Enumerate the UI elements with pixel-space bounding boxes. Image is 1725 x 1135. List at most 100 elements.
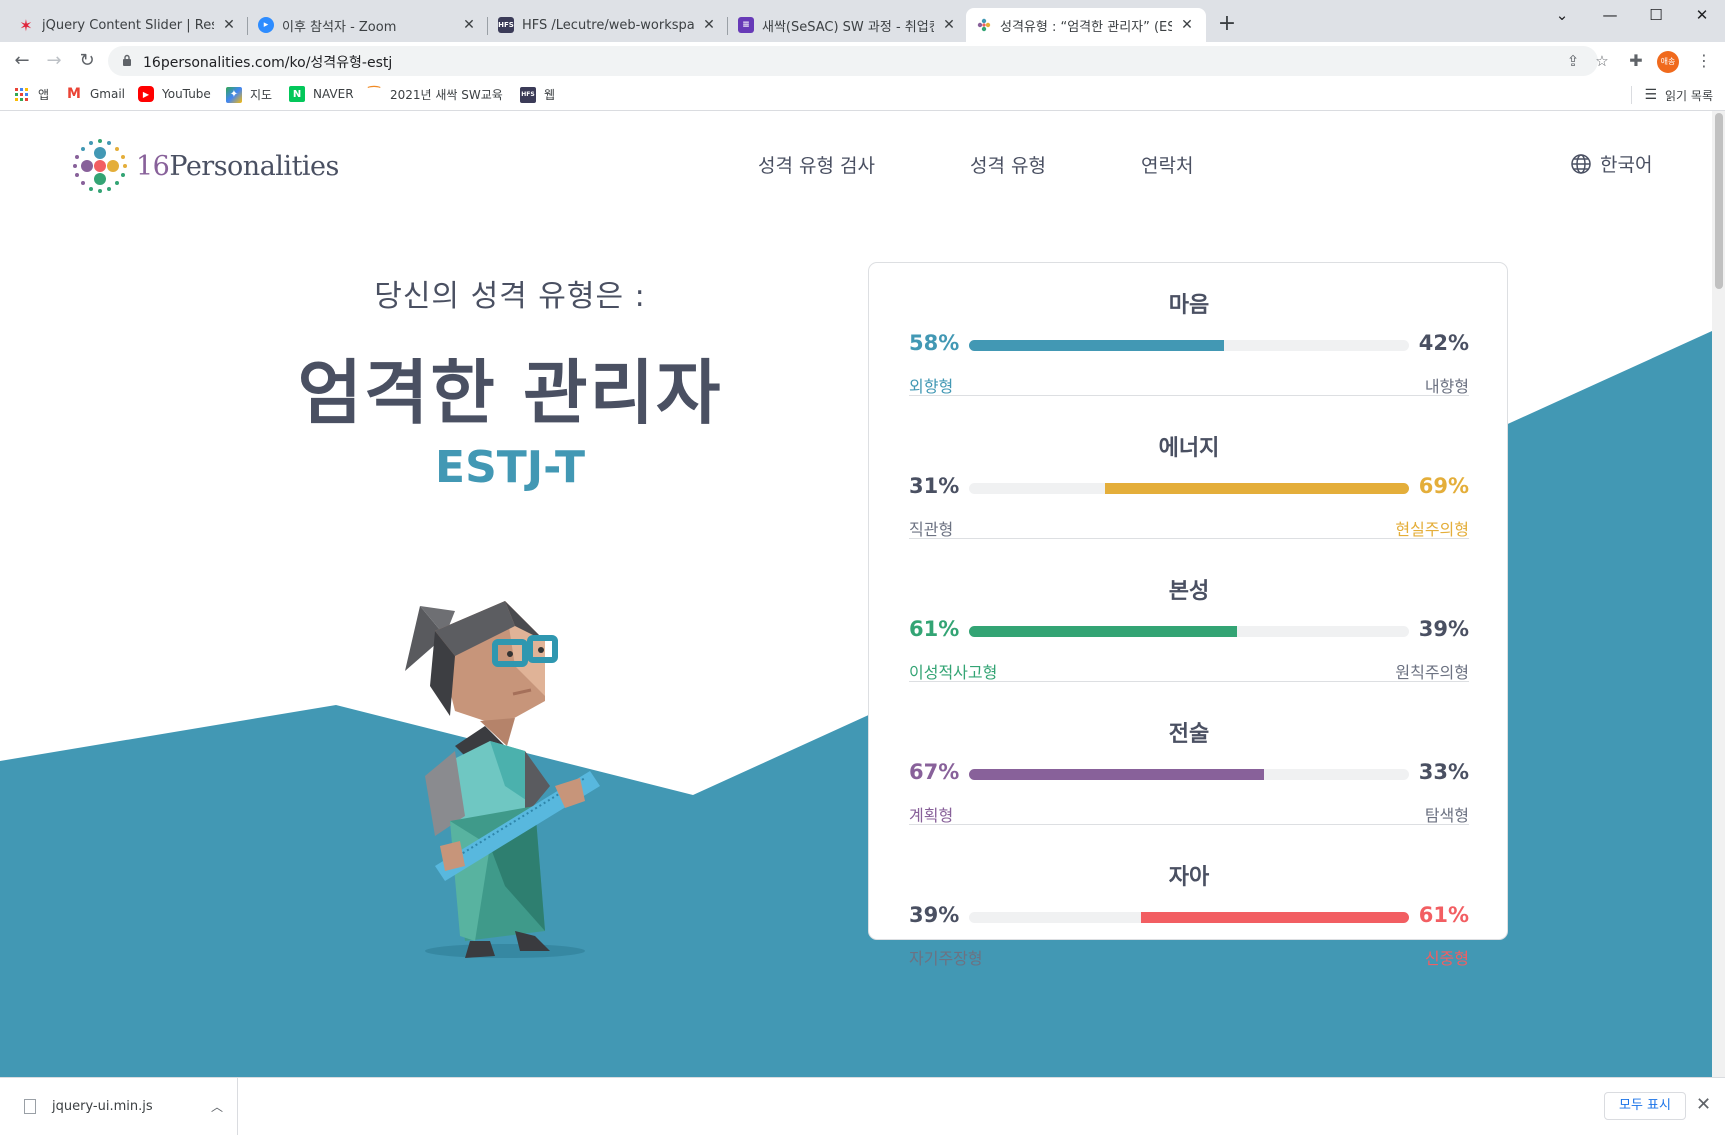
browser-tab[interactable]: ▸ 이후 참석자 - Zoom ✕ xyxy=(248,8,488,42)
close-download-bar-icon[interactable]: ✕ xyxy=(1696,1094,1711,1115)
menu-kebab-icon[interactable]: ⋮ xyxy=(1690,47,1718,75)
naver-icon: N xyxy=(289,86,305,102)
forward-button[interactable]: → xyxy=(40,47,68,75)
trait-left-label: 이성적사고형 xyxy=(909,663,998,682)
bookmark-star-icon[interactable]: ☆ xyxy=(1592,52,1612,70)
bookmark-label: 2021년 새싹 SW교육 xyxy=(390,88,503,102)
close-window-button[interactable]: ✕ xyxy=(1679,0,1725,30)
download-shelf: jquery-ui.min.js ︿ 모두 표시 ✕ xyxy=(0,1077,1725,1135)
tab-title: 이후 참석자 - Zoom xyxy=(282,19,397,35)
maximize-button[interactable]: ☐ xyxy=(1633,0,1679,30)
trait-name: 본성 xyxy=(1168,579,1210,604)
trait-right-label: 탐색형 xyxy=(1424,806,1469,825)
bookmark-label: Gmail xyxy=(90,87,126,101)
close-tab-icon[interactable]: ✕ xyxy=(220,17,238,33)
language-selector[interactable]: 한국어 xyxy=(1570,150,1652,177)
browser-tab[interactable]: ✶ jQuery Content Slider | Respons ✕ xyxy=(8,8,248,42)
bookmark-naver[interactable]: N NAVER xyxy=(289,86,354,102)
browser-toolbar: ← → ↻ 16personalities.com/ko/성격유형-estj ⇪… xyxy=(0,42,1725,80)
trait-row: 본성 61% 39% 이성적사고형 원칙주의형 xyxy=(909,539,1469,682)
trait-right-percent: 42% xyxy=(1418,331,1469,355)
trait-row: 전술 67% 33% 계획형 탐색형 xyxy=(909,682,1469,825)
close-tab-icon[interactable]: ✕ xyxy=(1178,17,1196,33)
youtube-icon: ▶ xyxy=(138,86,154,102)
star-favicon-icon: ✶ xyxy=(19,15,33,35)
result-intro: 당신의 성격 유형은 : xyxy=(374,279,646,314)
apps-grid-icon xyxy=(14,87,30,103)
personality-type-code: ESTJ-T xyxy=(435,442,585,493)
download-filename: jquery-ui.min.js xyxy=(52,1099,153,1114)
lock-icon xyxy=(123,54,131,66)
nav-personality-test[interactable]: 성격 유형 검사 xyxy=(758,151,875,178)
logo-wordmark: 16Personalities xyxy=(136,150,339,182)
bookmark-gmail[interactable]: M Gmail xyxy=(66,86,125,102)
logo-dots-icon xyxy=(73,139,127,193)
tab-title: jQuery Content Slider | Respons xyxy=(42,17,214,33)
trait-bar-fill xyxy=(969,769,1264,780)
back-button[interactable]: ← xyxy=(8,47,36,75)
trait-right-percent: 61% xyxy=(1418,903,1469,927)
page-scrollbar[interactable] xyxy=(1712,111,1725,1077)
url-text[interactable]: 16personalities.com/ko/성격유형-estj xyxy=(143,52,392,72)
16p-favicon-icon xyxy=(976,17,992,33)
file-icon xyxy=(24,1099,36,1114)
download-item[interactable]: jquery-ui.min.js ︿ xyxy=(14,1078,238,1135)
trait-left-label: 계획형 xyxy=(909,806,954,825)
trait-bar xyxy=(969,626,1409,637)
bookmark-apps[interactable]: 앱 xyxy=(14,86,49,103)
minimize-button[interactable]: — xyxy=(1587,0,1633,30)
bookmark-label: 앱 xyxy=(38,88,50,102)
trait-bar-fill xyxy=(969,626,1237,637)
trait-row: 자아 39% 61% 자기주장형 신중형 xyxy=(909,825,1469,968)
new-tab-button[interactable]: + xyxy=(1213,11,1241,39)
bookmark-sesac[interactable]: ⁀ 2021년 새싹 SW교육 xyxy=(366,86,503,103)
forms-favicon-icon: ≡ xyxy=(738,17,754,33)
hfs-icon: HFS xyxy=(520,86,536,103)
reading-list-label: 읽기 목록 xyxy=(1665,88,1713,103)
bookmark-label: YouTube xyxy=(162,87,211,101)
profile-avatar[interactable]: 애송 xyxy=(1657,51,1679,73)
reading-list-button[interactable]: ☰ 읽기 목록 xyxy=(1631,86,1713,104)
hfs-favicon-icon: HFS xyxy=(498,17,514,33)
site-logo[interactable]: 16Personalities xyxy=(72,138,339,194)
zoom-favicon-icon: ▸ xyxy=(258,17,274,33)
browser-tab[interactable]: HFS HFS /Lecutre/web-workspace/Le ✕ xyxy=(488,8,728,42)
browser-tab[interactable]: ≡ 새싹(SeSAC) SW 과정 - 취업컨설 ✕ xyxy=(728,8,968,42)
close-tab-icon[interactable]: ✕ xyxy=(460,17,478,33)
trait-right-label: 내향형 xyxy=(1424,377,1469,396)
close-tab-icon[interactable]: ✕ xyxy=(940,17,958,33)
bookmark-maps[interactable]: ✦ 지도 xyxy=(226,86,272,103)
trait-left-label: 외향형 xyxy=(909,377,954,396)
trait-bar xyxy=(969,912,1409,923)
trait-bar xyxy=(969,340,1409,351)
trait-row: 에너지 31% 69% 직관형 현실주의형 xyxy=(909,396,1469,539)
estj-character-illustration xyxy=(405,601,600,958)
nav-personality-types[interactable]: 성격 유형 xyxy=(970,151,1046,178)
address-bar[interactable]: 16personalities.com/ko/성격유형-estj ⇪ ☆ xyxy=(108,46,1609,76)
scrollbar-thumb[interactable] xyxy=(1715,113,1723,289)
bookmark-web[interactable]: HFS 웹 xyxy=(520,86,555,103)
trait-left-percent: 39% xyxy=(909,903,960,927)
tab-search-chevron-icon[interactable]: ⌄ xyxy=(1539,0,1585,30)
tab-title: 새싹(SeSAC) SW 과정 - 취업컨설 xyxy=(762,19,934,35)
maps-icon: ✦ xyxy=(226,86,242,103)
trait-right-label: 현실주의형 xyxy=(1395,520,1469,539)
show-all-downloads-button[interactable]: 모두 표시 xyxy=(1604,1092,1686,1120)
trait-left-label: 직관형 xyxy=(909,520,954,539)
bookmark-youtube[interactable]: ▶ YouTube xyxy=(138,86,211,102)
trait-results-card: 마음 58% 42% 외향형 내향형 에너지 31% 69% 직관형 현실주의형 본성 61% 39% 이… xyxy=(868,262,1508,968)
nav-contact[interactable]: 연락처 xyxy=(1141,151,1193,178)
personality-type-name: 엄격한 관리자 xyxy=(297,352,723,434)
browser-tab-active[interactable]: 성격유형 : “엄격한 관리자” (EST. ✕ xyxy=(966,8,1206,42)
close-tab-icon[interactable]: ✕ xyxy=(700,17,718,33)
extensions-puzzle-icon[interactable]: ✚ xyxy=(1622,47,1650,75)
chevron-up-icon[interactable]: ︿ xyxy=(211,1098,223,1115)
reload-button[interactable]: ↻ xyxy=(73,47,101,75)
language-label: 한국어 xyxy=(1600,154,1653,176)
tab-title: 성격유형 : “엄격한 관리자” (EST. xyxy=(1000,19,1172,35)
web-page: 16Personalities 성격 유형 검사 성격 유형 연락처 한국어 당… xyxy=(0,111,1712,1077)
trait-right-percent: 33% xyxy=(1418,760,1469,784)
share-icon[interactable]: ⇪ xyxy=(1563,52,1583,70)
trait-bar xyxy=(969,769,1409,780)
trait-name: 자아 xyxy=(1168,865,1210,890)
